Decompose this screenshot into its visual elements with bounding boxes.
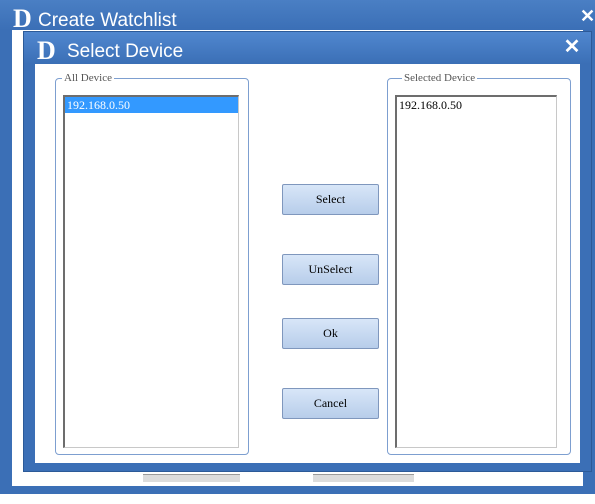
- dlink-logo-icon: D: [37, 36, 56, 65]
- select-device-dialog: D Select Device ✕ All Device 192.168.0.5…: [23, 31, 592, 472]
- cancel-button[interactable]: Cancel: [282, 388, 379, 419]
- outer-hidden-button-right[interactable]: [313, 474, 414, 482]
- selected-device-legend: Selected Device: [402, 71, 478, 85]
- close-icon[interactable]: ✕: [562, 37, 582, 57]
- dlink-logo-icon: D: [13, 4, 32, 33]
- outer-titlebar: D Create Watchlist ✕: [0, 0, 595, 33]
- dialog-titlebar: D Select Device ✕: [24, 32, 591, 64]
- all-device-group: All Device 192.168.0.50: [55, 71, 249, 455]
- selected-device-group: Selected Device 192.168.0.50: [387, 71, 571, 455]
- selected-device-listbox[interactable]: 192.168.0.50: [395, 95, 557, 448]
- ok-button[interactable]: Ok: [282, 318, 379, 349]
- select-button[interactable]: Select: [282, 184, 379, 215]
- list-item[interactable]: 192.168.0.50: [397, 97, 556, 113]
- list-item[interactable]: 192.168.0.50: [65, 97, 238, 113]
- all-device-legend: All Device: [62, 71, 114, 85]
- outer-hidden-button-left[interactable]: [143, 474, 240, 482]
- dialog-title: Select Device: [67, 41, 184, 62]
- unselect-button[interactable]: UnSelect: [282, 254, 379, 285]
- all-device-listbox[interactable]: 192.168.0.50: [63, 95, 239, 448]
- dialog-body: All Device 192.168.0.50 Select UnSelect …: [35, 64, 580, 463]
- outer-close-icon[interactable]: ✕: [580, 7, 595, 25]
- outer-window-title: Create Watchlist: [38, 11, 177, 31]
